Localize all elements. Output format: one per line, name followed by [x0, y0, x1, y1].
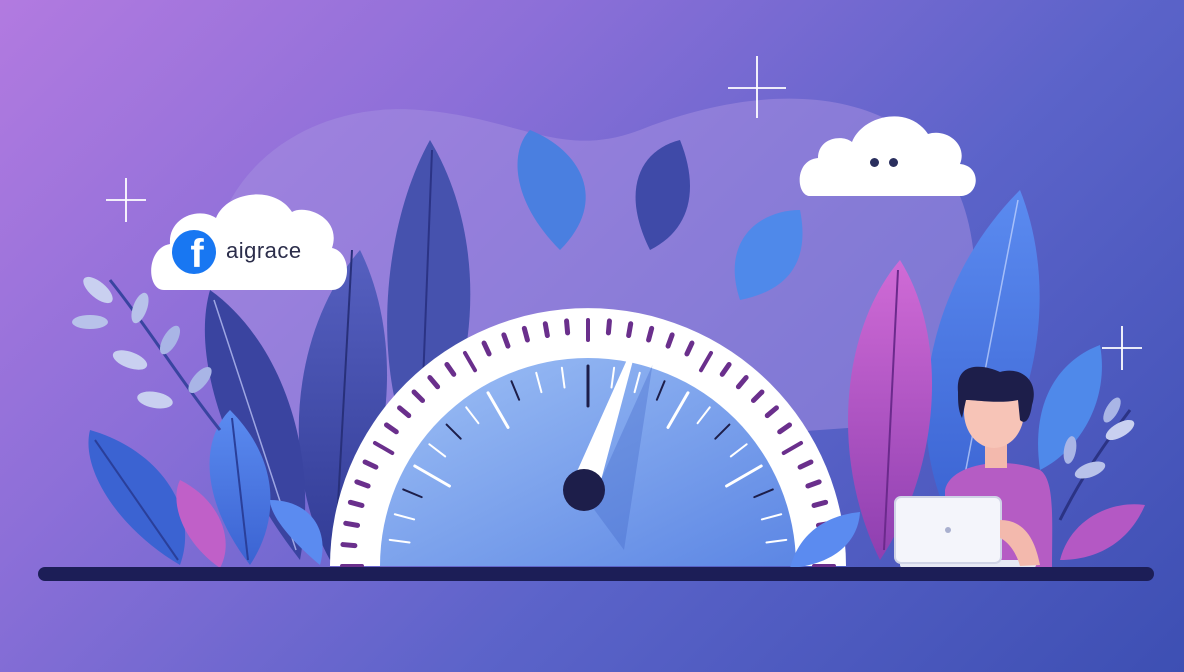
cloud-shape — [799, 116, 976, 196]
brand-cloud: f aigrace — [146, 178, 352, 298]
ground-line — [38, 567, 1154, 581]
laptop-logo-icon — [945, 527, 951, 533]
gauge-outer-tick — [347, 499, 365, 508]
gauge-outer-tick — [811, 499, 829, 508]
thinking-cloud — [796, 104, 978, 200]
gauge-outer-tick — [605, 318, 612, 336]
brand-name: aigrace — [226, 238, 302, 263]
gauge-outer-tick — [542, 321, 550, 339]
gauge-hub — [563, 469, 605, 511]
gauge-outer-tick — [646, 325, 655, 343]
gauge-outer-tick — [343, 520, 361, 528]
gauge-outer-tick — [564, 318, 571, 336]
gauge-outer-tick — [626, 321, 634, 339]
plus-sparkle-icon — [106, 178, 146, 222]
facebook-f-icon: f — [172, 230, 216, 274]
ellipsis-icon — [870, 158, 898, 167]
plus-sparkle-icon — [1102, 326, 1142, 370]
gauge-outer-tick — [340, 542, 358, 549]
gauge-outer-tick — [521, 325, 530, 343]
